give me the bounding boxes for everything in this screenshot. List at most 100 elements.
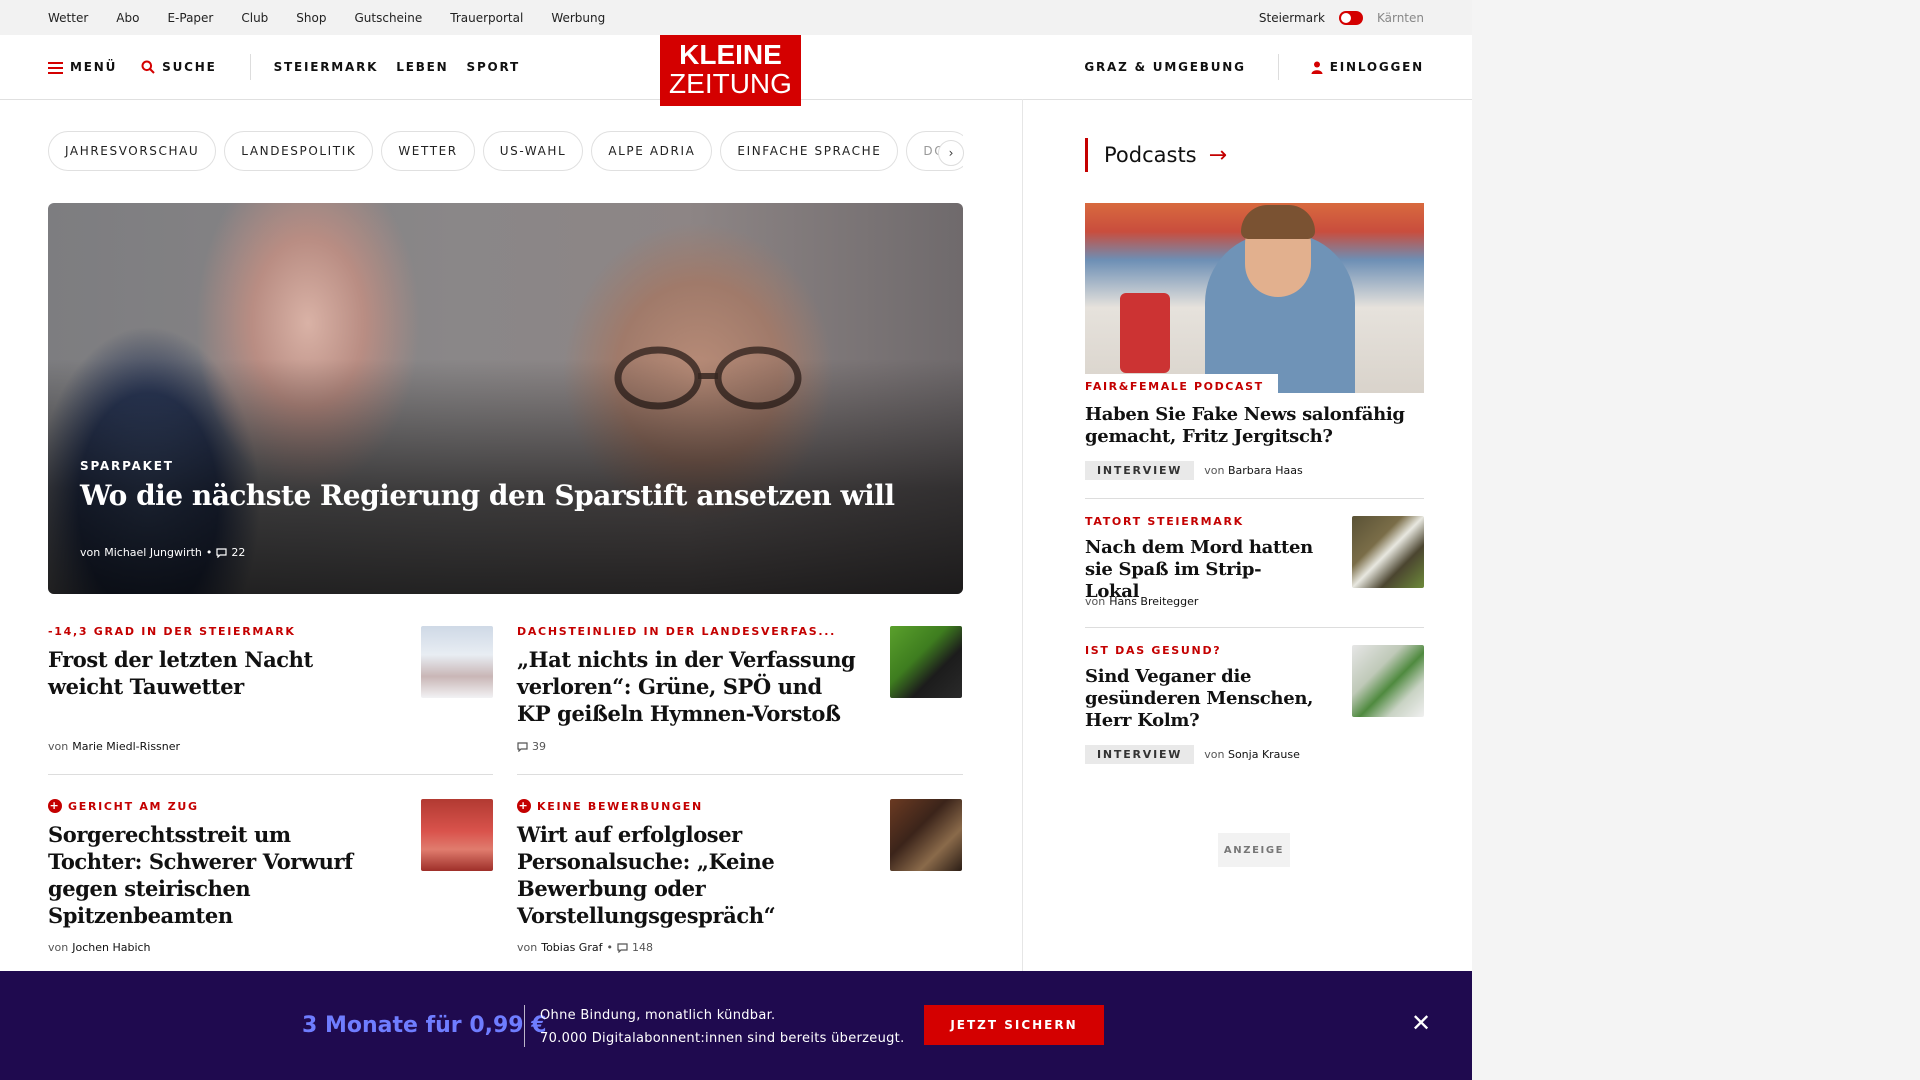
subscription-banner: 3 Monate für 0,99 € Ohne Bindung, monatl… xyxy=(0,971,1472,1080)
promo-line-2: 70.000 Digitalabonnent:innen sind bereit… xyxy=(540,1031,905,1046)
sidebar-item-headline[interactable]: Nach dem Mord hatten sie Spaß im Strip-L… xyxy=(1085,537,1315,603)
article-author[interactable]: Jochen Habich xyxy=(72,941,150,954)
user-icon xyxy=(1311,61,1323,74)
chip-landespolitik[interactable]: LANDESPOLITIK xyxy=(224,131,374,171)
article-thumbnail[interactable] xyxy=(421,626,493,698)
sidebar-item-meta: INTERVIEW von Sonja Krause xyxy=(1085,745,1300,764)
article-author[interactable]: Tobias Graf xyxy=(541,941,602,954)
menu-button[interactable]: MENÜ xyxy=(48,60,117,74)
article-byline: 39 xyxy=(517,740,546,753)
page: Wetter Abo E-Paper Club Shop Gutscheine … xyxy=(0,0,1472,1080)
hero-author[interactable]: Michael Jungwirth xyxy=(104,546,202,559)
chevron-right-icon: › xyxy=(948,146,954,160)
logo-line-2: ZEITUNG xyxy=(669,68,792,99)
article-by: von xyxy=(517,941,538,954)
promo-text: Ohne Bindung, monatlich kündbar. 70.000 … xyxy=(540,1004,905,1050)
chip-wetter[interactable]: WETTER xyxy=(381,131,475,171)
header-left: MENÜ SUCHE STEIERMARK LEBEN SPORT xyxy=(48,35,538,99)
article-thumbnail[interactable] xyxy=(890,799,962,871)
region-switch: Steiermark Kärnten xyxy=(1259,0,1424,35)
article-by: von xyxy=(48,941,69,954)
utility-link-gutscheine[interactable]: Gutscheine xyxy=(354,11,422,25)
chip-alpe-adria[interactable]: ALPE ADRIA xyxy=(591,131,713,171)
logo-line-1: KLEINE xyxy=(679,39,782,70)
article-teaser[interactable]: + GERICHT AM ZUG Sorgerechtsstreit um To… xyxy=(48,799,493,954)
row-divider xyxy=(517,774,963,775)
hero-article[interactable]: SPARPAKET Wo die nächste Regierung den S… xyxy=(48,203,963,594)
article-teaser[interactable]: -14,3 GRAD IN DER STEIERMARK Frost der l… xyxy=(48,625,493,753)
sidebar-item-headline[interactable]: Sind Veganer die gesünderen Menschen, He… xyxy=(1085,666,1315,732)
promo-divider xyxy=(524,1005,525,1047)
sidebar-item-by: von xyxy=(1085,595,1106,608)
chip-einfache-sprache[interactable]: EINFACHE SPRACHE xyxy=(720,131,899,171)
utility-link-wetter[interactable]: Wetter xyxy=(48,11,88,25)
featured-author[interactable]: Barbara Haas xyxy=(1228,464,1303,477)
region-kaernten[interactable]: Kärnten xyxy=(1377,11,1424,25)
sidebar-item-kicker: TATORT STEIERMARK xyxy=(1085,515,1244,528)
article-by: von xyxy=(48,740,69,753)
utility-link-epaper[interactable]: E-Paper xyxy=(167,11,213,25)
region-steiermark[interactable]: Steiermark xyxy=(1259,11,1325,25)
article-headline[interactable]: Frost der letzten Nacht weicht Tauwetter xyxy=(48,646,328,700)
sidebar-item-by: von Sonja Krause xyxy=(1204,748,1300,761)
utility-links: Wetter Abo E-Paper Club Shop Gutscheine … xyxy=(48,0,605,35)
article-thumbnail[interactable] xyxy=(421,799,493,871)
podcast-featured-headline[interactable]: Haben Sie Fake News salonfähig gemacht, … xyxy=(1085,404,1424,448)
hero-title[interactable]: Wo die nächste Regierung den Sparstift a… xyxy=(80,479,895,512)
search-button[interactable]: SUCHE xyxy=(141,60,216,74)
utility-bar: Wetter Abo E-Paper Club Shop Gutscheine … xyxy=(0,0,1472,35)
sidebar-divider xyxy=(1085,627,1424,628)
arrow-right-icon: → xyxy=(1208,142,1228,168)
podcast-featured-image[interactable]: FAIR&FEMALE PODCAST xyxy=(1085,203,1424,393)
subscribe-button[interactable]: JETZT SICHERN xyxy=(924,1005,1104,1045)
sidebar-item-byline: von Hans Breitegger xyxy=(1085,595,1198,608)
sidebar-item-thumbnail[interactable] xyxy=(1352,516,1424,588)
meta-separator: • xyxy=(205,546,213,559)
article-headline[interactable]: Sorgerechtsstreit um Tochter: Schwerer V… xyxy=(48,821,378,929)
article-thumbnail[interactable] xyxy=(890,626,962,698)
article-comments[interactable]: 39 xyxy=(532,740,546,753)
right-gutter xyxy=(1472,0,1920,1080)
premium-plus-icon: + xyxy=(517,799,531,813)
menu-label: MENÜ xyxy=(70,60,118,74)
local-region-link[interactable]: GRAZ & UMGEBUNG xyxy=(1084,60,1245,74)
article-comments[interactable]: 148 xyxy=(632,941,653,954)
comment-icon xyxy=(517,741,528,752)
podcast-tag: FAIR&FEMALE PODCAST xyxy=(1085,374,1278,393)
nav-sport[interactable]: SPORT xyxy=(467,60,521,74)
nav-steiermark[interactable]: STEIERMARK xyxy=(274,60,379,74)
promo-offer: 3 Monate für 0,99 € xyxy=(302,1013,547,1038)
chip-jahresvorschau[interactable]: JAHRESVORSCHAU xyxy=(48,131,217,171)
comment-icon xyxy=(617,942,628,953)
utility-link-trauerportal[interactable]: Trauerportal xyxy=(450,11,523,25)
article-kicker: DACHSTEINLIED IN DER LANDESVERFAS... xyxy=(517,625,837,638)
utility-link-werbung[interactable]: Werbung xyxy=(551,11,605,25)
article-teaser[interactable]: + KEINE BEWERBUNGEN Wirt auf erfolgloser… xyxy=(517,799,962,954)
ad-label: ANZEIGE xyxy=(1218,833,1290,867)
main-header: MENÜ SUCHE STEIERMARK LEBEN SPORT KLEINE… xyxy=(0,35,1472,106)
hero-comments[interactable]: 22 xyxy=(231,546,245,559)
article-byline: von Tobias Graf • 148 xyxy=(517,941,653,954)
sidebar-item-thumbnail[interactable] xyxy=(1352,645,1424,717)
utility-link-club[interactable]: Club xyxy=(241,11,268,25)
site-logo[interactable]: KLEINE ZEITUNG xyxy=(660,35,801,106)
nav-leben[interactable]: LEBEN xyxy=(396,60,448,74)
chip-us-wahl[interactable]: US-WAHL xyxy=(482,131,584,171)
sidebar-item-author[interactable]: Sonja Krause xyxy=(1228,748,1300,761)
article-kicker-text: GERICHT AM ZUG xyxy=(68,799,199,813)
sidebar-item-author[interactable]: Hans Breitegger xyxy=(1109,595,1198,608)
article-author[interactable]: Marie Miedl-Rissner xyxy=(72,740,180,753)
article-headline[interactable]: „Hat nichts in der Verfassung verloren“:… xyxy=(517,646,857,727)
utility-link-abo[interactable]: Abo xyxy=(116,11,139,25)
podcasts-heading[interactable]: Podcasts → xyxy=(1085,138,1227,172)
sidebar-divider xyxy=(1085,498,1424,499)
hero-meta: von Michael Jungwirth • 22 xyxy=(80,546,245,559)
article-headline[interactable]: Wirt auf erfolgloser Personalsuche: „Kei… xyxy=(517,821,837,929)
article-kicker-text: KEINE BEWERBUNGEN xyxy=(537,799,703,813)
utility-link-shop[interactable]: Shop xyxy=(296,11,326,25)
login-button[interactable]: EINLOGGEN xyxy=(1311,60,1424,74)
region-toggle[interactable] xyxy=(1338,10,1363,25)
chips-next-button[interactable]: › xyxy=(938,140,964,166)
article-teaser[interactable]: DACHSTEINLIED IN DER LANDESVERFAS... „Ha… xyxy=(517,625,962,753)
close-icon[interactable]: ✕ xyxy=(1410,1011,1432,1035)
